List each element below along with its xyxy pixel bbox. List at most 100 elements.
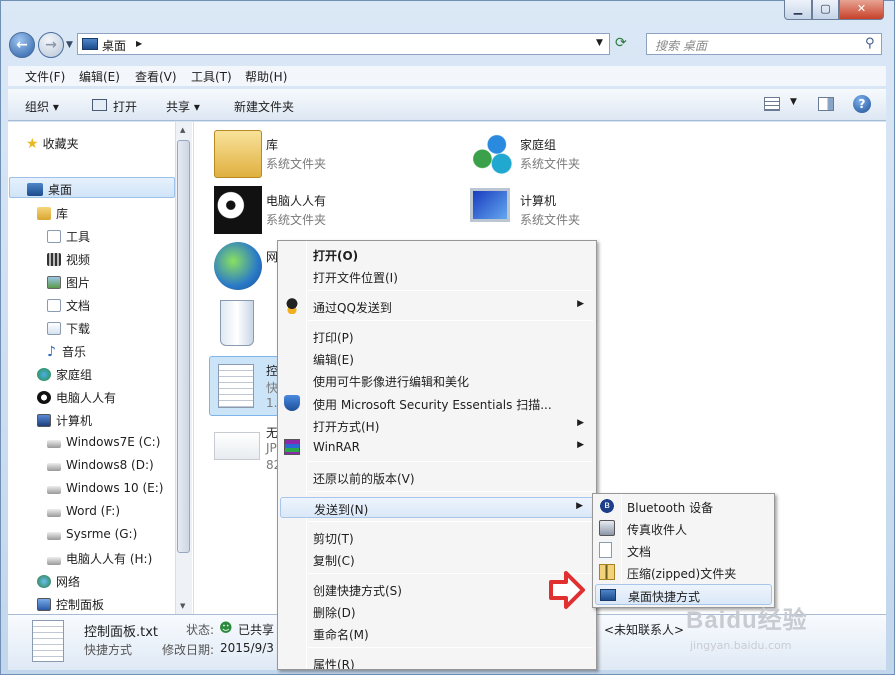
nav-network[interactable]: 网络 — [37, 573, 80, 590]
arrow-left-icon: ← — [16, 37, 28, 53]
menu-view[interactable]: 查看(V) — [135, 68, 177, 85]
nav-drive-c[interactable]: Windows7E (C:) — [47, 435, 160, 449]
panda-icon — [214, 186, 262, 234]
send-to-documents[interactable]: 文档 — [595, 540, 772, 561]
nav-downloads[interactable]: 下载 — [47, 320, 90, 337]
organize-button[interactable]: 组织 ▾ — [25, 98, 59, 115]
minimize-button[interactable]: ▁ — [784, 0, 812, 20]
baidu-watermark: Baidu经验 — [686, 607, 808, 634]
refresh-icon[interactable]: ⟳ — [615, 35, 627, 51]
nav-tools[interactable]: 工具 — [47, 228, 90, 245]
nav-drive-g[interactable]: Sysrme (G:) — [47, 527, 137, 541]
drive-icon — [47, 463, 61, 471]
nav-computer[interactable]: 计算机 — [37, 412, 92, 429]
menu-item-create-shortcut[interactable]: 创建快捷方式(S) — [280, 579, 594, 600]
send-to-zip[interactable]: 压缩(zipped)文件夹 — [595, 562, 772, 583]
document-icon — [47, 230, 61, 243]
control-panel-icon — [37, 598, 51, 611]
back-button[interactable]: ← — [9, 32, 35, 58]
file-item-controlpanel[interactable]: 控 快 1. — [212, 358, 282, 414]
nav-controlpanel[interactable]: 控制面板 — [37, 596, 104, 613]
menu-tools[interactable]: 工具(T) — [191, 68, 232, 85]
menu-item-edit[interactable]: 编辑(E) — [280, 348, 594, 369]
shared-users-icon: ☻ — [219, 621, 233, 636]
desktop-icon — [600, 589, 616, 601]
drive-icon — [47, 532, 61, 540]
menu-item-cut[interactable]: 剪切(T) — [280, 527, 594, 548]
menu-item-copy[interactable]: 复制(C) — [280, 549, 594, 570]
file-item-pcuser[interactable]: 电脑人人有 系统文件夹 — [212, 184, 412, 236]
document-icon — [47, 299, 61, 312]
file-item-computer[interactable]: 计算机 系统文件夹 — [466, 184, 666, 236]
menu-item-open-with[interactable]: 打开方式(H) ▶ — [280, 415, 594, 436]
search-icon[interactable]: ⚲ — [865, 36, 875, 51]
menu-item-mse-scan[interactable]: 使用 Microsoft Security Essentials 扫描... — [280, 393, 594, 414]
menu-item-edit-kn[interactable]: 使用可牛影像进行编辑和美化 — [280, 370, 594, 391]
file-item-network[interactable]: 网 — [212, 240, 282, 292]
search-input[interactable]: 搜索 桌面 ⚲ — [646, 33, 882, 55]
file-item-library[interactable]: 库 系统文件夹 — [212, 128, 412, 180]
nav-drive-h[interactable]: 电脑人人有 (H:) — [47, 550, 152, 567]
download-icon — [47, 322, 61, 335]
recent-pages-chevron-icon[interactable]: ▼ — [66, 40, 73, 50]
share-button[interactable]: 共享 ▾ — [166, 98, 200, 115]
open-button[interactable]: 打开 — [113, 98, 137, 115]
new-folder-button[interactable]: 新建文件夹 — [234, 98, 294, 115]
menu-item-open-location[interactable]: 打开文件位置(I) — [280, 266, 594, 287]
menu-separator — [308, 320, 593, 321]
breadcrumb-chevron-icon[interactable]: ▶ — [136, 39, 142, 48]
file-item-untitled[interactable]: 无 JP 82 — [212, 420, 282, 476]
desktop-icon — [27, 183, 43, 196]
arrow-right-icon: → — [45, 37, 57, 53]
menu-item-restore[interactable]: 还原以前的版本(V) — [280, 467, 594, 488]
forward-button[interactable]: → — [38, 32, 64, 58]
text-file-icon — [218, 364, 254, 408]
menu-separator — [308, 461, 593, 462]
address-dropdown-icon[interactable]: ▼ — [596, 38, 603, 48]
nav-pictures[interactable]: 图片 — [47, 274, 90, 291]
file-item-recycle-bin[interactable] — [212, 296, 282, 352]
help-icon[interactable]: ? — [853, 95, 871, 113]
menu-item-rename[interactable]: 重命名(M) — [280, 623, 594, 644]
details-type: 快捷方式 — [84, 643, 133, 657]
address-bar[interactable]: 桌面 ▶ ▼ — [77, 33, 610, 55]
zip-folder-icon — [599, 564, 615, 580]
view-options-icon[interactable] — [764, 97, 780, 111]
nav-desktop[interactable]: 桌面 — [27, 181, 72, 198]
menu-item-open[interactable]: 打开(O) — [280, 244, 594, 265]
scroll-down-icon[interactable]: ▼ — [180, 602, 185, 610]
scroll-up-icon[interactable]: ▲ — [180, 126, 185, 134]
panda-icon — [37, 391, 51, 404]
text-file-icon — [32, 620, 64, 662]
menu-edit[interactable]: 编辑(E) — [79, 68, 120, 85]
nav-drive-f[interactable]: Word (F:) — [47, 504, 120, 518]
nav-drive-d[interactable]: Windows8 (D:) — [47, 458, 154, 472]
nav-libraries[interactable]: 库 — [37, 205, 68, 222]
file-item-homegroup[interactable]: 家庭组 系统文件夹 — [466, 128, 666, 180]
view-dropdown-icon[interactable]: ▼ — [790, 97, 797, 107]
menu-item-winrar[interactable]: WinRAR ▶ — [280, 437, 594, 458]
address-location: 桌面 — [102, 39, 127, 53]
menu-separator — [308, 491, 593, 492]
menu-item-properties[interactable]: 属性(R) — [280, 653, 594, 669]
menu-item-send-qq[interactable]: 通过QQ发送到 ▶ — [280, 296, 594, 317]
security-shield-icon — [284, 395, 300, 411]
nav-homegroup[interactable]: 家庭组 — [37, 366, 92, 383]
nav-scrollbar-thumb[interactable] — [177, 140, 190, 553]
send-to-fax[interactable]: 传真收件人 — [595, 518, 772, 539]
menu-item-send-to[interactable]: 发送到(N) ▶ — [280, 497, 594, 518]
maximize-button[interactable]: ▢ — [812, 0, 839, 20]
nav-documents[interactable]: 文档 — [47, 297, 90, 314]
nav-pcuser[interactable]: 电脑人人有 — [37, 389, 116, 406]
preview-pane-icon[interactable] — [818, 97, 834, 111]
close-button[interactable]: ✕ — [839, 0, 884, 20]
nav-videos[interactable]: 视频 — [47, 251, 90, 268]
menu-file[interactable]: 文件(F) — [25, 68, 65, 85]
nav-favorites[interactable]: ★ 收藏夹 — [26, 135, 79, 152]
menu-help[interactable]: 帮助(H) — [245, 68, 287, 85]
send-to-bluetooth[interactable]: ʙ Bluetooth 设备 — [595, 496, 772, 517]
nav-drive-e[interactable]: Windows 10 (E:) — [47, 481, 163, 495]
nav-music[interactable]: ♪ 音乐 — [47, 343, 86, 360]
menu-item-print[interactable]: 打印(P) — [280, 326, 594, 347]
menu-item-delete[interactable]: 删除(D) — [280, 601, 594, 622]
